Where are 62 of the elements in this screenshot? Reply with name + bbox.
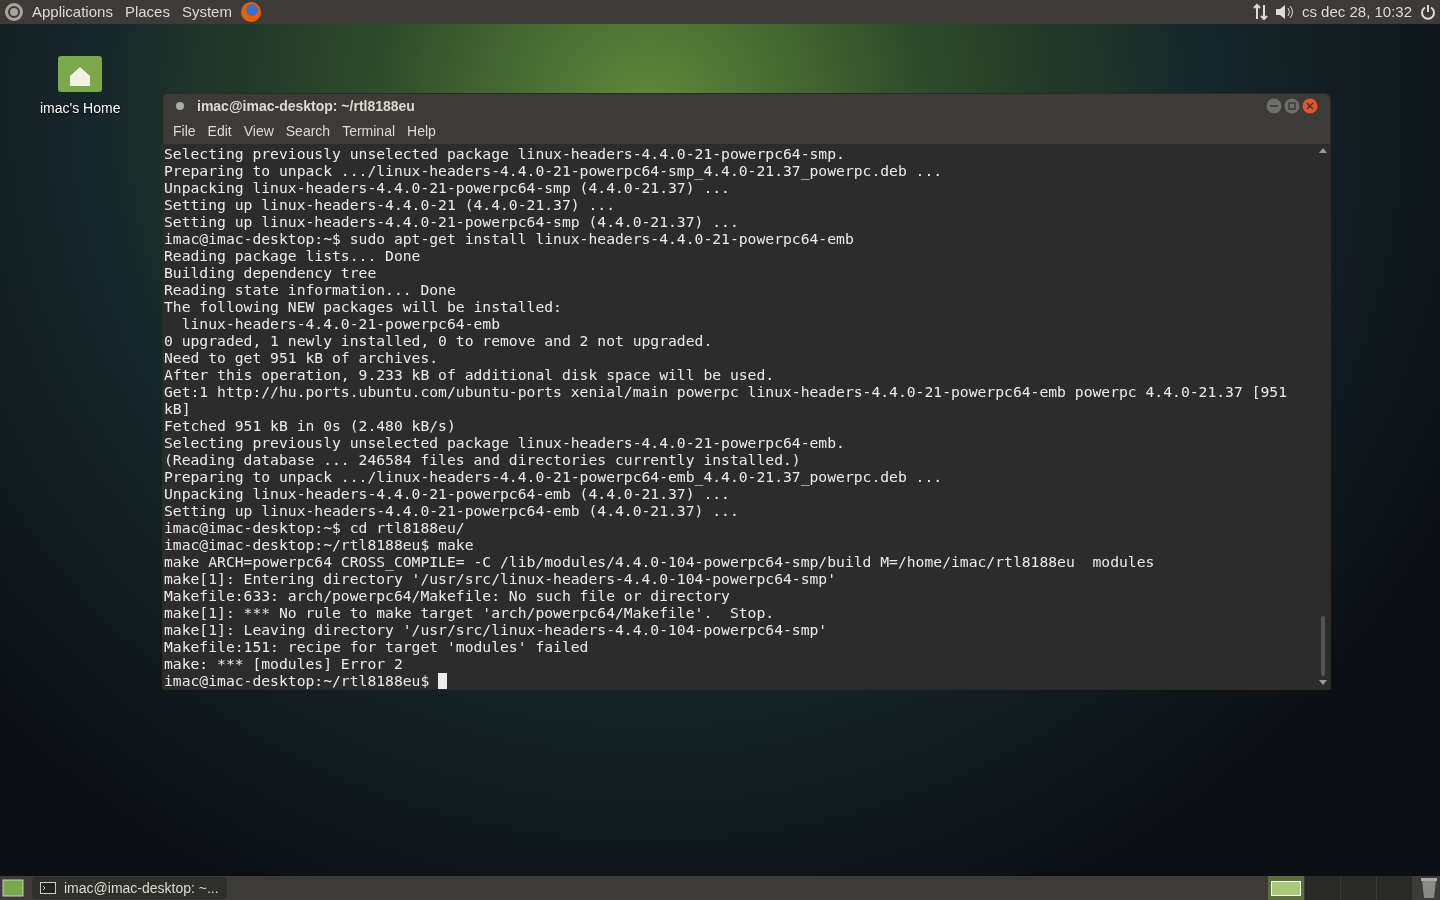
- scrollbar-thumb[interactable]: [1321, 616, 1325, 676]
- terminal-icon: [40, 882, 56, 894]
- terminal-line: Unpacking linux-headers-4.4.0-21-powerpc64-emb (4.4.0-21.37) ...: [164, 485, 730, 502]
- workspace-switcher[interactable]: [1340, 876, 1376, 900]
- terminal-line: make[1]: Leaving directory '/usr/src/linux-headers-4.4.0-104-powerpc64-smp': [164, 621, 828, 638]
- terminal-prompt: imac@imac-desktop:~/rtl8188eu$: [164, 672, 431, 689]
- terminal-line: Selecting previously unselected package linux-headers-4.4.0-21-powerpc64-smp.: [164, 145, 845, 162]
- terminal-line: Fetched 951 kB in 0s (2.480 kB/s): [164, 417, 456, 434]
- terminal-line: kB]: [164, 400, 191, 417]
- terminal-line: The following NEW packages will be installed:: [164, 298, 562, 315]
- menu-item[interactable]: Help: [401, 120, 442, 142]
- workspace-switcher[interactable]: [1376, 876, 1412, 900]
- terminal-line: imac@imac-desktop:~/rtl8188eu$ make: [164, 536, 474, 553]
- desktop-icon-label[interactable]: imac's Home: [40, 98, 121, 119]
- browser-icon[interactable]: [239, 1, 262, 23]
- menu-item[interactable]: View: [237, 120, 280, 142]
- terminal-line: Reading state information... Done: [164, 281, 456, 298]
- terminal-line: 0 upgraded, 1 newly installed, 0 to remove and 2 not upgraded.: [164, 332, 713, 349]
- terminal-line: After this operation, 9.233 kB of additional disk space will be used.: [164, 366, 775, 383]
- menu-item[interactable]: File: [167, 120, 202, 142]
- terminal-line: Setting up linux-headers-4.4.0-21 (4.4.0-21.37) ...: [164, 196, 615, 213]
- taskbar-button[interactable]: imac@imac-desktop: ~...: [32, 877, 227, 899]
- window-title: imac@imac-desktop: ~/rtl8188eu: [197, 96, 415, 116]
- scroll-up-arrow-icon[interactable]: [1319, 148, 1327, 153]
- terminal-line: Makefile:151: recipe for target 'modules' failed: [164, 638, 589, 655]
- terminal-line: Need to get 951 kB of archives.: [164, 349, 439, 366]
- terminal-line: make[1]: Entering directory '/usr/src/linux-headers-4.4.0-104-powerpc64-smp': [164, 570, 837, 587]
- clock[interactable]: cs dec 28, 10:32: [1297, 0, 1416, 24]
- power-icon[interactable]: [1420, 4, 1436, 20]
- terminal-line: Setting up linux-headers-4.4.0-21-powerpc64-emb (4.4.0-21.37) ...: [164, 502, 739, 519]
- terminal-line: make: *** [modules] Error 2: [164, 655, 403, 672]
- menu-item[interactable]: Edit: [201, 120, 238, 142]
- workspace-switcher[interactable]: [1304, 876, 1340, 900]
- network-icon[interactable]: [1251, 3, 1270, 21]
- terminal-line: Makefile:633: arch/powerpc64/Makefile: No such file or directory: [164, 587, 730, 604]
- terminal-line: Unpacking linux-headers-4.4.0-21-powerpc64-smp (4.4.0-21.37) ...: [164, 179, 730, 196]
- volume-icon[interactable]: [1273, 3, 1294, 21]
- scroll-down-arrow-icon[interactable]: [1319, 680, 1327, 685]
- panel-menu[interactable]: Places: [120, 0, 174, 24]
- terminal-line: Get:1 http://hu.ports.ubuntu.com/ubuntu-ports xenial/main powerpc linux-headers-4.4.0-21-powerpc64-emb powerpc 4.4.0-21.37 [951: [164, 383, 1287, 400]
- terminal-line: Reading package lists... Done: [164, 247, 421, 264]
- terminal-line: imac@imac-desktop:~$ cd rtl8188eu/: [164, 519, 465, 536]
- terminal-line: make[1]: *** No rule to make target 'arch/powerpc64/Makefile'. Stop.: [164, 604, 775, 621]
- menu-item[interactable]: Search: [279, 120, 337, 142]
- trash-icon[interactable]: [1420, 877, 1438, 899]
- terminal-line: linux-headers-4.4.0-21-powerpc64-emb: [180, 315, 501, 332]
- terminal-line: imac@imac-desktop:~$ sudo apt-get install linux-headers-4.4.0-21-powerpc64-emb: [164, 230, 854, 247]
- window-menu-icon[interactable]: [175, 101, 185, 111]
- show-desktop-icon[interactable]: [2, 878, 24, 898]
- menu-item[interactable]: Terminal: [336, 120, 402, 142]
- panel-menu[interactable]: System: [177, 0, 236, 24]
- terminal-line: Preparing to unpack .../linux-headers-4.4.0-21-powerpc64-smp_4.4.0-21.37_powerpc.deb ...: [164, 162, 943, 179]
- close-button[interactable]: [1302, 98, 1318, 114]
- terminal-line: make ARCH=powerpc64 CROSS_COMPILE= -C /lib/modules/4.4.0-104-powerpc64-smp/build M=/home/imac/rtl8188eu modules: [164, 553, 1155, 570]
- terminal-line: Setting up linux-headers-4.4.0-21-powerpc64-smp (4.4.0-21.37) ...: [164, 213, 739, 230]
- terminal-line: Building dependency tree: [164, 264, 377, 281]
- terminal-cursor: [438, 672, 448, 689]
- terminal-line: (Reading database ... 246584 files and directories currently installed.): [164, 451, 801, 468]
- terminal-line: Selecting previously unselected package linux-headers-4.4.0-21-powerpc64-emb.: [164, 434, 845, 451]
- panel-menu[interactable]: Applications: [28, 0, 117, 24]
- terminal-line: Preparing to unpack .../linux-headers-4.4.0-21-powerpc64-emb_4.4.0-21.37_powerpc.deb ...: [164, 468, 943, 485]
- workspace-switcher[interactable]: [1268, 876, 1304, 900]
